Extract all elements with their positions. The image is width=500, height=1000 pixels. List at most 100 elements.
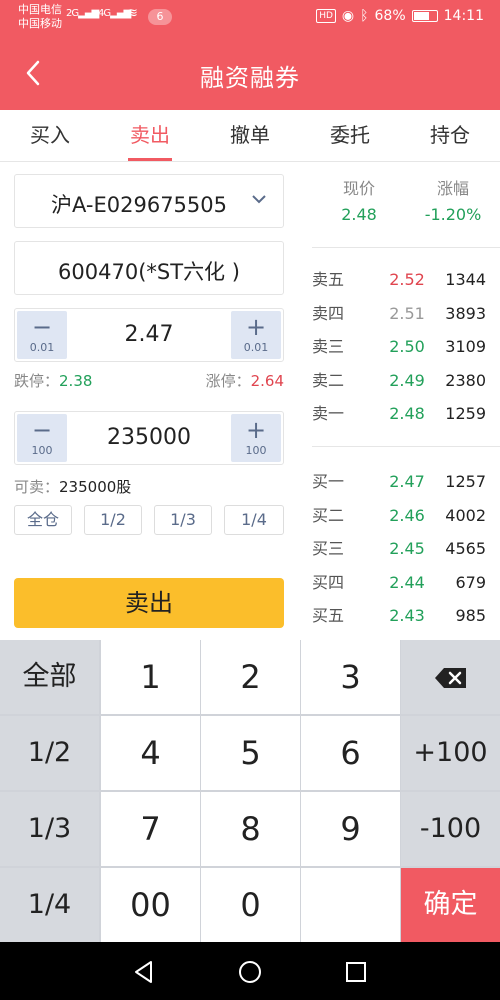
confirm-button[interactable]: 确定 <box>401 868 500 942</box>
sellable-value: 235000股 <box>59 478 132 496</box>
bid-volume: 985 <box>455 606 486 625</box>
quantity-increase-button[interactable]: + 100 <box>231 414 281 462</box>
bid-row[interactable]: 买四 2.44 679 <box>312 566 500 599</box>
ask-label: 卖五 <box>312 270 345 289</box>
ask-price: 2.50 <box>389 337 425 356</box>
trade-tabs: 买入 卖出 撤单 委托 持仓 <box>0 110 500 162</box>
account-select[interactable]: 沪A-E029675505 <box>14 174 284 228</box>
ask-row[interactable]: 卖五 2.52 1344 <box>312 263 500 296</box>
bid-row[interactable]: 买五 2.43 985 <box>312 599 500 632</box>
ratio-quarter-button[interactable]: 1/4 <box>224 505 284 535</box>
ask-volume: 1259 <box>445 404 486 423</box>
bid-price: 2.44 <box>389 572 425 592</box>
ask-row[interactable]: 卖二 2.49 2380 <box>312 364 500 397</box>
bid-row[interactable]: 买三 2.45 4565 <box>312 532 500 565</box>
tab-orders[interactable]: 委托 <box>300 110 400 161</box>
key-blank <box>301 868 400 942</box>
ask-row[interactable]: 卖三 2.50 3109 <box>312 330 500 363</box>
minus-icon: − <box>31 313 53 341</box>
key-0[interactable]: 0 <box>201 868 300 942</box>
bid-label: 买二 <box>312 505 345 525</box>
tab-positions[interactable]: 持仓 <box>400 110 500 161</box>
ask-row[interactable]: 卖一 2.48 1259 <box>312 397 500 430</box>
bid-label: 买四 <box>312 572 345 592</box>
key-4[interactable]: 4 <box>101 716 200 790</box>
signal-2-text: 4G <box>98 8 111 19</box>
ask-label: 卖四 <box>312 303 345 323</box>
bid-label: 买一 <box>312 472 345 491</box>
bid-row[interactable]: 买二 2.46 4002 <box>312 499 500 532</box>
key-9[interactable]: 9 <box>301 792 400 866</box>
bid-volume: 1257 <box>445 472 486 491</box>
tab-sell[interactable]: 卖出 <box>100 110 200 161</box>
ask-price: 2.49 <box>389 370 425 390</box>
quantity-stepper: − 100 235000 + 100 <box>14 411 284 465</box>
key-6[interactable]: 6 <box>301 716 400 790</box>
ask-price: 2.51 <box>389 303 425 323</box>
price-increase-button[interactable]: + 0.01 <box>231 311 281 359</box>
account-value: 沪A-E029675505 <box>51 193 227 217</box>
page-title: 融资融券 <box>200 64 300 92</box>
bid-price: 2.47 <box>389 472 425 491</box>
eye-icon: ◉ <box>341 8 355 24</box>
nav-back-icon[interactable] <box>131 959 157 985</box>
signal-1-text: 2G <box>66 8 79 19</box>
nav-home-icon[interactable] <box>237 959 263 985</box>
signal-2-icon: 4G▂▄▆ <box>98 8 131 19</box>
bid-row[interactable]: 买一 2.47 1257 <box>312 465 500 498</box>
bid-volume: 679 <box>455 572 486 592</box>
ask-row[interactable]: 卖四 2.51 3893 <box>312 297 500 330</box>
ratio-half-button[interactable]: 1/2 <box>84 505 142 535</box>
price-input[interactable]: 2.47 <box>70 322 228 347</box>
backspace-button[interactable] <box>401 640 500 714</box>
limit-up-label: 涨停： <box>205 372 251 390</box>
ask-volume: 2380 <box>445 370 486 390</box>
signal-1-icon: 2G▂▄▆ <box>66 8 99 19</box>
key-half[interactable]: 1/2 <box>0 716 99 790</box>
key-7[interactable]: 7 <box>101 792 200 866</box>
limit-up: 涨停：2.64 <box>206 370 284 391</box>
key-00[interactable]: 00 <box>101 868 200 942</box>
ratio-buttons: 全仓 1/2 1/3 1/4 <box>14 505 284 535</box>
key-quarter[interactable]: 1/4 <box>0 868 99 942</box>
bid-price: 2.46 <box>389 505 425 525</box>
sell-button[interactable]: 卖出 <box>14 578 284 628</box>
key-third[interactable]: 1/3 <box>0 792 99 866</box>
limit-prices: 跌停：2.38 涨停：2.64 <box>14 370 284 391</box>
ask-label: 卖一 <box>312 404 345 423</box>
ask-volume: 3109 <box>445 337 486 356</box>
battery-fill <box>413 12 429 20</box>
numeric-keypad: 全部 1/2 1/3 1/4 1 2 3 4 5 6 7 8 9 00 0 +1… <box>0 640 500 942</box>
key-3[interactable]: 3 <box>301 640 400 714</box>
ask-label: 卖二 <box>312 370 345 390</box>
ask-volume: 1344 <box>445 270 486 289</box>
tab-cancel[interactable]: 撤单 <box>200 110 300 161</box>
nav-recents-icon[interactable] <box>343 959 369 985</box>
bluetooth-icon: ᛒ <box>360 8 369 24</box>
quantity-input[interactable]: 235000 <box>70 425 228 450</box>
price-step-minus: 0.01 <box>29 341 55 354</box>
key-2[interactable]: 2 <box>201 640 300 714</box>
key-1[interactable]: 1 <box>101 640 200 714</box>
notification-badge: 6 <box>148 9 172 25</box>
quantity-decrease-button[interactable]: − 100 <box>17 414 67 462</box>
minus-100-button[interactable]: -100 <box>401 792 500 866</box>
price-decrease-button[interactable]: − 0.01 <box>17 311 67 359</box>
carrier-info: 中国电信 中国移动 <box>18 3 62 31</box>
plus-100-button[interactable]: +100 <box>401 716 500 790</box>
bid-label: 买三 <box>312 539 345 558</box>
tab-buy[interactable]: 买入 <box>0 110 100 161</box>
key-8[interactable]: 8 <box>201 792 300 866</box>
divider <box>312 247 500 248</box>
current-price-label: 现价 <box>342 179 375 198</box>
carrier-1: 中国电信 <box>18 3 62 16</box>
clock: 14:11 <box>443 8 484 24</box>
key-all[interactable]: 全部 <box>0 640 99 714</box>
qty-step-plus: 100 <box>245 444 267 457</box>
key-5[interactable]: 5 <box>201 716 300 790</box>
ratio-third-button[interactable]: 1/3 <box>154 505 212 535</box>
price-change-label: 涨幅 <box>436 179 469 198</box>
ask-label: 卖三 <box>312 337 345 356</box>
stock-code-input[interactable]: 600470(*ST六化 ) <box>14 241 284 295</box>
ratio-full-button[interactable]: 全仓 <box>14 505 72 535</box>
